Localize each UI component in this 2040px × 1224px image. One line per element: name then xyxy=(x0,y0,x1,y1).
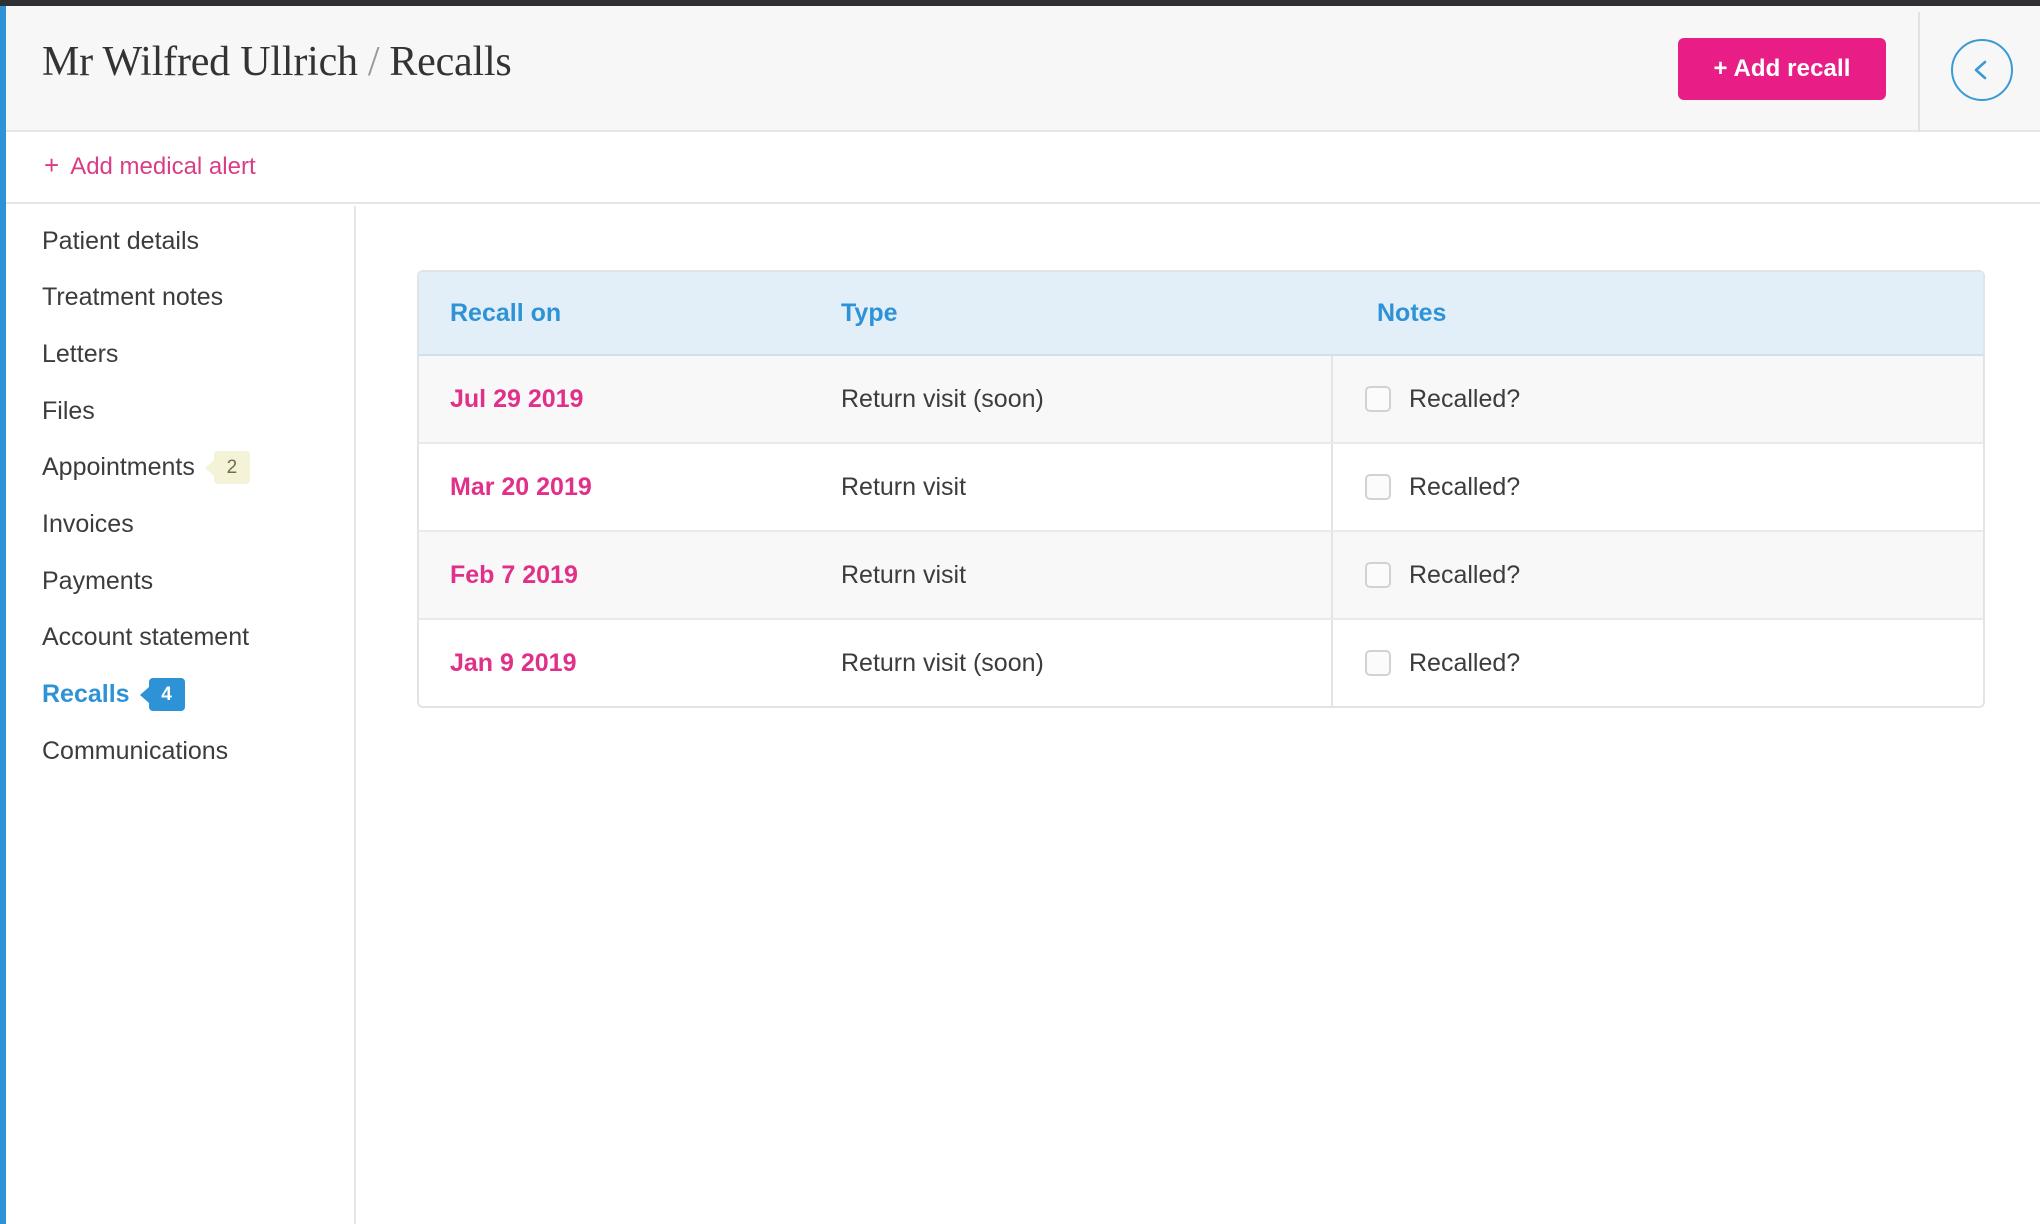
recalled-checkbox[interactable] xyxy=(1365,386,1391,412)
column-header-notes[interactable]: Notes xyxy=(1331,272,1983,354)
cell-type: Return visit xyxy=(841,444,1331,530)
table-row: Jan 9 2019 Return visit (soon) Recalled? xyxy=(419,620,1983,706)
sidebar-item-label: Recalls xyxy=(42,680,130,709)
table-row: Feb 7 2019 Return visit Recalled? xyxy=(419,532,1983,620)
page-title: Recalls xyxy=(389,39,511,85)
plus-icon: + xyxy=(44,150,59,180)
add-recall-button[interactable]: + Add recall xyxy=(1678,38,1886,100)
sidebar-item-label: Files xyxy=(42,397,95,426)
patient-recalls-page: Mr Wilfred Ullrich/Recalls + Add recall … xyxy=(0,0,2040,1224)
cell-notes: Recalled? xyxy=(1331,620,1983,706)
sidebar-item-label: Communications xyxy=(42,737,228,766)
back-button[interactable] xyxy=(1951,39,2013,101)
cell-type: Return visit (soon) xyxy=(841,620,1331,706)
add-medical-alert-label: Add medical alert xyxy=(70,153,255,180)
sidebar-item-treatment-notes[interactable]: Treatment notes xyxy=(42,281,223,315)
main-content: Recall on Type Notes Jul 29 2019 Return v… xyxy=(358,206,2040,1224)
sidebar-item-badge: 2 xyxy=(214,451,250,484)
column-header-recall-on[interactable]: Recall on xyxy=(419,272,841,354)
cell-notes: Recalled? xyxy=(1331,532,1983,618)
recalled-checkbox-label[interactable]: Recalled? xyxy=(1409,649,1520,678)
recalled-checkbox[interactable] xyxy=(1365,562,1391,588)
table-body: Jul 29 2019Return visit (soon)Recalled?M… xyxy=(419,356,1983,706)
recalls-table: Recall on Type Notes Jul 29 2019 Return v… xyxy=(417,270,1985,708)
cell-recall-on: Feb 7 2019 xyxy=(419,532,841,618)
breadcrumb: Mr Wilfred Ullrich/Recalls xyxy=(42,38,512,86)
recall-date-link[interactable]: Jan 9 2019 xyxy=(450,649,577,678)
sidebar-item-label: Invoices xyxy=(42,510,134,539)
cell-notes: Recalled? xyxy=(1331,444,1983,530)
sidebar-item-label: Letters xyxy=(42,340,118,369)
cell-recall-on: Jan 9 2019 xyxy=(419,620,841,706)
table-header-row: Recall on Type Notes xyxy=(419,272,1983,356)
sidebar-item-patient-details[interactable]: Patient details xyxy=(42,224,199,258)
cell-type: Return visit xyxy=(841,532,1331,618)
sidebar-item-communications[interactable]: Communications xyxy=(42,734,228,768)
sidebar-item-appointments[interactable]: Appointments 2 xyxy=(42,451,250,485)
sidebar-item-invoices[interactable]: Invoices xyxy=(42,508,134,542)
cell-notes: Recalled? xyxy=(1331,356,1983,442)
sidebar-item-label: Treatment notes xyxy=(42,283,223,312)
recalled-checkbox[interactable] xyxy=(1365,650,1391,676)
breadcrumb-separator: / xyxy=(358,39,389,85)
cell-type: Return visit (soon) xyxy=(841,356,1331,442)
sidebar-item-payments[interactable]: Payments xyxy=(42,564,153,598)
sidebar-item-badge-count: 4 xyxy=(161,684,172,706)
medical-alert-bar: + Add medical alert xyxy=(6,132,2040,204)
sidebar-item-recalls[interactable]: Recalls 4 xyxy=(42,678,185,712)
recalled-checkbox[interactable] xyxy=(1365,474,1391,500)
sidebar-item-label: Appointments xyxy=(42,453,195,482)
sidebar-item-badge-count: 2 xyxy=(227,457,238,479)
sidebar-item-letters[interactable]: Letters xyxy=(42,337,118,371)
patient-sidebar-nav: Patient details Treatment notes Letters Fil… xyxy=(6,206,356,1224)
sidebar-item-label: Account statement xyxy=(42,623,249,652)
table-row: Mar 20 2019 Return visit Recalled? xyxy=(419,444,1983,532)
table-row: Jul 29 2019 Return visit (soon) Recalled? xyxy=(419,356,1983,444)
recalled-checkbox-label[interactable]: Recalled? xyxy=(1409,385,1520,414)
sidebar-item-label: Payments xyxy=(42,567,153,596)
header-divider xyxy=(1918,12,1920,138)
cell-recall-on: Jul 29 2019 xyxy=(419,356,841,442)
cell-recall-on: Mar 20 2019 xyxy=(419,444,841,530)
recall-date-link[interactable]: Jul 29 2019 xyxy=(450,385,583,414)
recalled-checkbox-label[interactable]: Recalled? xyxy=(1409,473,1520,502)
column-header-type[interactable]: Type xyxy=(841,272,1331,354)
sidebar-item-badge: 4 xyxy=(149,678,185,711)
add-medical-alert-link[interactable]: + Add medical alert xyxy=(44,150,256,181)
recall-date-link[interactable]: Feb 7 2019 xyxy=(450,561,578,590)
sidebar-item-account-statement[interactable]: Account statement xyxy=(42,621,249,655)
sidebar-item-files[interactable]: Files xyxy=(42,394,95,428)
sidebar-item-label: Patient details xyxy=(42,227,199,256)
chevron-left-icon xyxy=(1969,57,1995,83)
recall-date-link[interactable]: Mar 20 2019 xyxy=(450,473,592,502)
breadcrumb-patient-name[interactable]: Mr Wilfred Ullrich xyxy=(42,39,358,85)
recalled-checkbox-label[interactable]: Recalled? xyxy=(1409,561,1520,590)
page-header: Mr Wilfred Ullrich/Recalls + Add recall xyxy=(6,6,2040,132)
